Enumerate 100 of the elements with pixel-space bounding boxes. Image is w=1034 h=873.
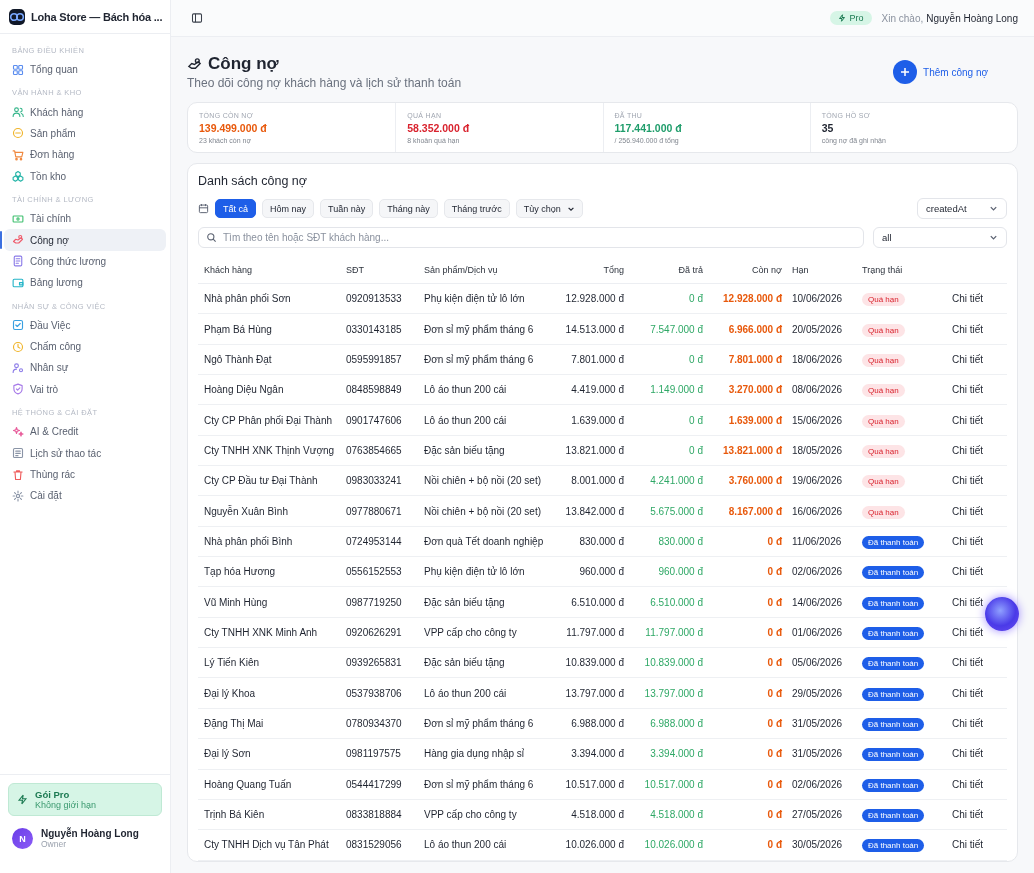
status-dropdown[interactable]: all bbox=[873, 227, 1007, 248]
remaining-cell-text: 0 đ bbox=[766, 809, 782, 820]
add-debt-button[interactable]: Thêm công nợ bbox=[893, 60, 988, 84]
customer-cell-text: Phạm Bá Hùng bbox=[203, 323, 273, 335]
sidebar-item[interactable]: Khách hàng bbox=[4, 101, 166, 123]
detail-link[interactable]: Chi tiết bbox=[952, 384, 984, 396]
plus-icon bbox=[900, 67, 911, 77]
phone-cell-text: 0330143185 bbox=[345, 323, 403, 335]
user-role: Owner bbox=[41, 839, 68, 849]
sort-dropdown[interactable]: createdAt bbox=[917, 198, 1007, 219]
sidebar-item[interactable]: Đơn hàng bbox=[4, 144, 166, 166]
total-cell-text: 13.821.000 đ bbox=[564, 444, 624, 456]
column-header: Trạng thái bbox=[861, 265, 904, 275]
remaining-cell-text: 0 đ bbox=[766, 839, 782, 851]
detail-link[interactable]: Chi tiết bbox=[952, 809, 984, 820]
paid-cell-text: 6.988.000 đ bbox=[649, 718, 703, 729]
product-cell-text: Đặc sản biếu tặng bbox=[423, 596, 506, 608]
detail-link[interactable]: Chi tiết bbox=[952, 444, 984, 456]
paid-cell-text: 4.518.000 đ bbox=[649, 809, 703, 820]
sidebar-item[interactable]: Tài chính bbox=[4, 207, 166, 230]
detail-link[interactable]: Chi tiết bbox=[952, 687, 984, 699]
clock-icon bbox=[12, 340, 24, 353]
detail-link[interactable]: Chi tiết bbox=[952, 323, 984, 335]
wallet-icon bbox=[12, 276, 24, 289]
hand-coins-icon bbox=[187, 56, 202, 72]
remaining-cell-text: 1.639.000 đ bbox=[727, 414, 782, 426]
logo-icon bbox=[9, 8, 25, 25]
customer-cell-text: Nhà phân phối Sơn bbox=[203, 293, 292, 305]
detail-link[interactable]: Chi tiết bbox=[952, 353, 984, 365]
detail-link[interactable]: Chi tiết bbox=[952, 475, 984, 487]
detail-link[interactable]: Chi tiết bbox=[952, 535, 984, 547]
status-badge: Đã thanh toán bbox=[862, 718, 925, 731]
sidebar-item[interactable]: Tổng quan bbox=[4, 59, 166, 81]
date-filter-chip[interactable]: Hôm nay bbox=[262, 199, 315, 218]
paid-cell-text: 11.797.000 đ bbox=[644, 626, 703, 638]
remaining-cell-text: 0 đ bbox=[766, 748, 782, 760]
remaining-cell-text: 3.760.000 đ bbox=[727, 475, 782, 487]
detail-link[interactable]: Chi tiết bbox=[952, 657, 984, 669]
status-badge: Quá hạn bbox=[862, 323, 905, 337]
sidebar-item[interactable]: Sản phẩm bbox=[4, 122, 166, 145]
page-title: Công nợ bbox=[208, 54, 279, 74]
remaining-cell-text: 0 đ bbox=[766, 687, 782, 699]
date-filter-chip[interactable]: Tùy chọn bbox=[515, 199, 583, 218]
detail-link[interactable]: Chi tiết bbox=[952, 778, 984, 790]
detail-link[interactable]: Chi tiết bbox=[952, 626, 984, 638]
column-header: SĐT bbox=[345, 265, 365, 275]
phone-cell-text: 0977880671 bbox=[345, 505, 403, 517]
date-filter-chip[interactable]: Tháng này bbox=[379, 199, 438, 218]
due-date-cell-text: 29/05/2026 bbox=[791, 687, 844, 699]
remaining-cell-text: 0 đ bbox=[766, 778, 782, 790]
status-badge: Quá hạn bbox=[862, 444, 905, 458]
due-date-cell-text: 20/05/2026 bbox=[791, 323, 844, 335]
date-filter-chip[interactable]: Tháng trước bbox=[443, 199, 510, 218]
sidebar-item[interactable]: Tồn kho bbox=[4, 165, 166, 187]
detail-link[interactable]: Chi tiết bbox=[952, 839, 984, 851]
sidebar-toggle-icon[interactable] bbox=[191, 12, 203, 24]
total-cell-text: 6.510.000 đ bbox=[570, 596, 624, 608]
total-cell-text: 13.797.000 đ bbox=[564, 687, 624, 699]
due-date-cell-text: 18/05/2026 bbox=[791, 444, 844, 456]
sidebar-item[interactable]: Bảng lương bbox=[4, 272, 166, 294]
status-badge: Quá hạn bbox=[862, 414, 905, 428]
column-header: Hạn bbox=[791, 265, 810, 275]
sidebar-item[interactable]: Nhân sự bbox=[4, 357, 166, 379]
detail-link[interactable]: Chi tiết bbox=[952, 293, 984, 305]
customer-cell-text: Trịnh Bá Kiên bbox=[203, 809, 266, 820]
paid-cell-text: 13.797.000 đ bbox=[643, 687, 703, 699]
sidebar-item[interactable]: Vai trò bbox=[4, 378, 166, 401]
total-cell-text: 1.639.000 đ bbox=[570, 414, 624, 426]
detail-link[interactable]: Chi tiết bbox=[952, 566, 984, 578]
due-date-cell-text: 10/06/2026 bbox=[791, 293, 844, 305]
date-filter-chip[interactable]: Tất cả bbox=[215, 199, 256, 218]
avatar[interactable]: N bbox=[12, 828, 33, 849]
detail-link[interactable]: Chi tiết bbox=[952, 748, 984, 760]
date-filter-chip[interactable]: Tuần này bbox=[320, 199, 374, 218]
plan-card[interactable]: Gói Pro Không giới hạn bbox=[8, 783, 162, 816]
sidebar-item[interactable]: Lịch sử thao tác bbox=[4, 442, 166, 464]
status-badge: Quá hạn bbox=[862, 353, 905, 367]
total-cell-text: 10.517.000 đ bbox=[564, 778, 624, 790]
detail-link[interactable]: Chi tiết bbox=[952, 596, 984, 608]
history-icon bbox=[12, 447, 24, 460]
total-cell-text: 11.797.000 đ bbox=[565, 626, 624, 638]
search-field[interactable]: Tìm theo tên hoặc SĐT khách hàng... bbox=[198, 227, 864, 248]
detail-link[interactable]: Chi tiết bbox=[952, 414, 984, 426]
due-date-cell-text: 02/06/2026 bbox=[791, 778, 844, 790]
status-badge: Đã thanh toán bbox=[862, 839, 925, 853]
status-badge: Đã thanh toán bbox=[862, 809, 925, 822]
app-name: Loha Store — Bách hóa ... bbox=[31, 10, 163, 23]
due-date-cell-text: 27/05/2026 bbox=[791, 809, 844, 820]
plan-title: Gói Pro bbox=[35, 789, 71, 800]
detail-link[interactable]: Chi tiết bbox=[952, 505, 984, 517]
sidebar-item[interactable]: Chấm công bbox=[4, 335, 166, 358]
sidebar-item[interactable]: Cài đặt bbox=[4, 485, 166, 507]
chevron-down-icon bbox=[989, 233, 998, 242]
due-date-cell-text: 18/06/2026 bbox=[791, 353, 844, 365]
status-badge: Đã thanh toán bbox=[862, 657, 925, 671]
sidebar-item[interactable]: Công thức lương bbox=[4, 250, 166, 273]
sidebar-item[interactable]: AI & Credit bbox=[4, 421, 166, 443]
detail-link[interactable]: Chi tiết bbox=[952, 718, 984, 729]
sidebar-item[interactable]: Đầu Việc bbox=[4, 314, 166, 336]
sidebar-item[interactable]: Thùng rác bbox=[4, 463, 166, 486]
